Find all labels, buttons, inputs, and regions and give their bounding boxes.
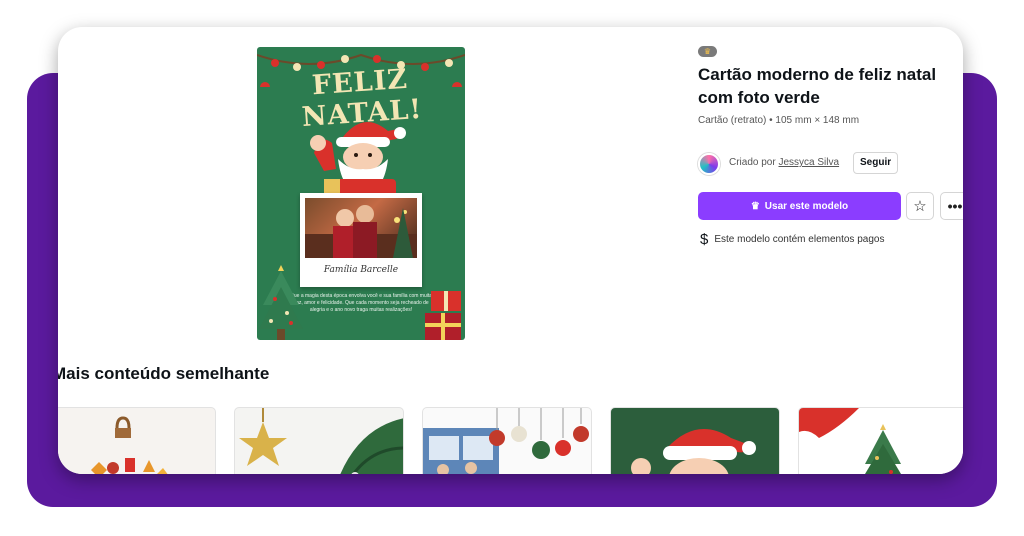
couple-photo-art bbox=[305, 205, 417, 258]
similar-heading: Mais conteúdo semelhante bbox=[58, 364, 270, 383]
gift-boxes-icon bbox=[425, 291, 461, 340]
christmas-tree-thumbnail bbox=[799, 408, 901, 474]
paid-notice-text: Este modelo contém elementos pagos bbox=[714, 234, 885, 245]
dollar-icon: $ bbox=[700, 231, 709, 248]
christmas-tree-icon bbox=[259, 265, 303, 340]
creator-name-link[interactable]: Jessyca Silva bbox=[778, 157, 839, 168]
photo-caption: Família Barcelle bbox=[323, 265, 399, 275]
template-preview[interactable]: FELIZ NATAL! Família Barcelle Que a magi… bbox=[257, 47, 465, 340]
use-template-button[interactable]: ♛ Usar este modelo bbox=[698, 192, 901, 220]
more-options-button[interactable]: ••• bbox=[940, 192, 963, 220]
star-icon: ☆ bbox=[913, 198, 927, 215]
similar-thumbnail-2[interactable] bbox=[234, 407, 404, 474]
template-detail-window: FELIZ NATAL! Família Barcelle Que a magi… bbox=[58, 27, 963, 474]
santa-illustration bbox=[310, 122, 406, 199]
template-subtitle: Cartão (retrato) • 105 mm × 148 mm bbox=[698, 115, 860, 126]
similar-thumbnail-4[interactable] bbox=[610, 407, 780, 474]
photo-frame: Família Barcelle bbox=[300, 193, 422, 287]
ornament-thumbnail bbox=[91, 416, 168, 474]
similar-thumbnail-5[interactable] bbox=[798, 407, 963, 474]
use-template-label: Usar este modelo bbox=[764, 200, 849, 212]
santa-green-thumbnail bbox=[631, 429, 756, 474]
similar-thumbnail-3[interactable] bbox=[422, 407, 592, 474]
follow-button[interactable]: Seguir bbox=[853, 152, 899, 174]
card-message: Que a magia desta época envolva você e s… bbox=[289, 293, 433, 313]
gold-star-thumbnail bbox=[239, 408, 403, 474]
creator-prefix: Criado por bbox=[729, 157, 776, 168]
family-photo bbox=[305, 198, 417, 258]
favorite-button[interactable]: ☆ bbox=[906, 192, 934, 220]
family-ornaments-thumbnail bbox=[423, 408, 589, 474]
creator-avatar[interactable] bbox=[698, 153, 720, 175]
template-title: Cartão moderno de feliz natal com foto v… bbox=[698, 65, 937, 107]
paid-notice: $ Este modelo contém elementos pagos bbox=[700, 231, 884, 248]
crown-icon: ♛ bbox=[698, 46, 717, 57]
similar-thumbnail-1[interactable] bbox=[58, 407, 216, 474]
stage: FELIZ NATAL! Família Barcelle Que a magi… bbox=[0, 0, 1024, 536]
more-dots-icon: ••• bbox=[947, 198, 963, 214]
creator-line: Criado por Jessyca Silva bbox=[729, 157, 839, 168]
crown-icon: ♛ bbox=[750, 200, 760, 212]
